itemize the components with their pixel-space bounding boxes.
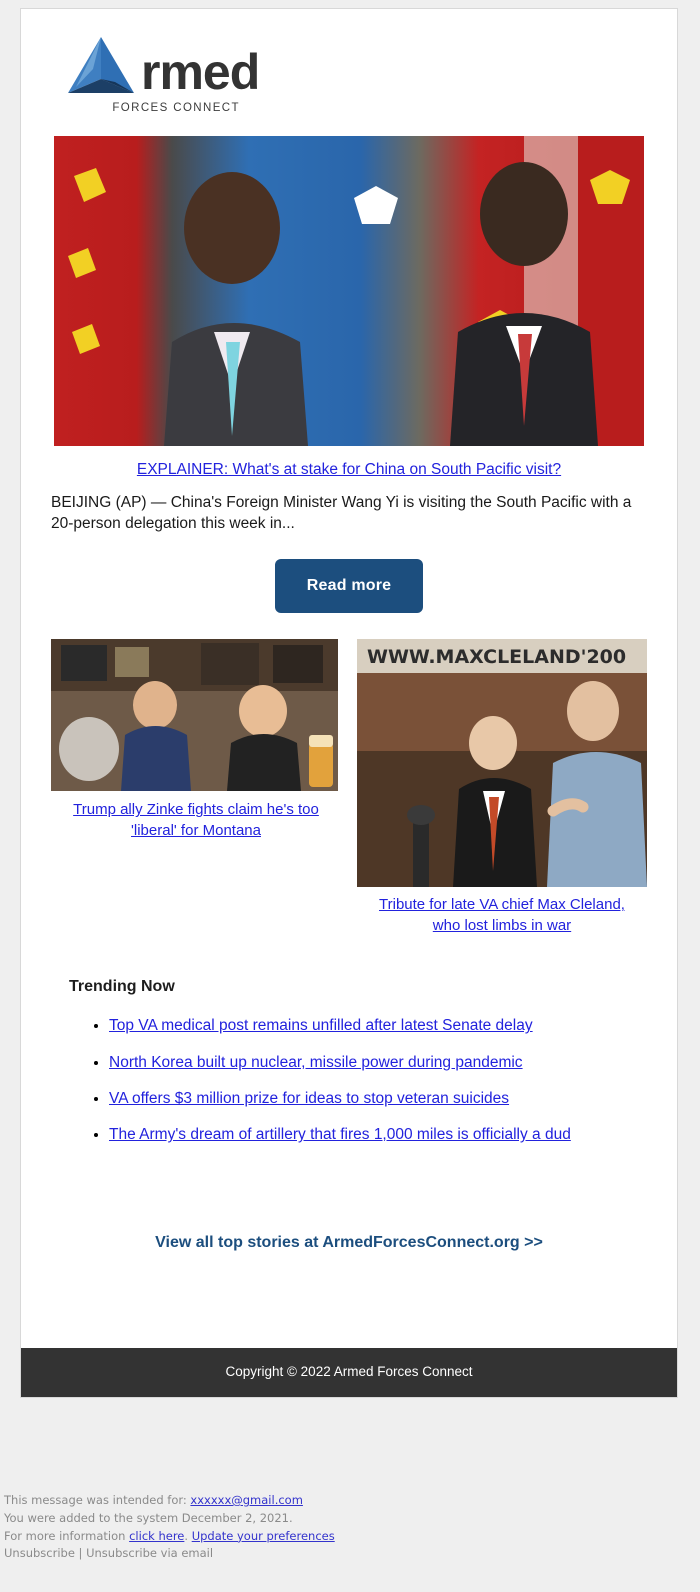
story-caption-cleland: Tribute for late VA chief Max Cleland, w…: [357, 887, 647, 936]
copyright-bar: Copyright © 2022 Armed Forces Connect: [21, 1347, 677, 1397]
hero-summary: BEIJING (AP) — China's Foreign Minister …: [51, 494, 632, 533]
read-more-button[interactable]: Read more: [274, 559, 424, 614]
list-item: VA offers $3 million prize for ideas to …: [109, 1089, 647, 1108]
secondary-stories: Trump ally Zinke fights claim he's too '…: [21, 639, 677, 936]
email-body: rmed FORCES CONNECT EXPLAINER: What's at…: [20, 8, 678, 1398]
list-item: The Army's dream of artillery that fires…: [109, 1125, 647, 1144]
masthead: rmed FORCES CONNECT: [21, 9, 677, 136]
logo-tagline: FORCES CONNECT: [112, 102, 240, 114]
trending-link-1[interactable]: Top VA medical post remains unfilled aft…: [109, 1017, 533, 1034]
legal-intended-for-label: This message was intended for:: [4, 1493, 191, 1507]
legal-separator: |: [74, 1546, 87, 1561]
story-link-cleland-line2[interactable]: who lost limbs in war: [433, 917, 571, 934]
legal-line-unsubscribe: Unsubscribe | Unsubscribe via email: [4, 1545, 335, 1563]
view-all-row: View all top stories at ArmedForcesConne…: [21, 1162, 677, 1252]
trending-link-4[interactable]: The Army's dream of artillery that fires…: [109, 1126, 571, 1143]
legal-line-added: You were added to the system December 2,…: [4, 1510, 293, 1525]
story-image-cleland[interactable]: WWW.MAXCLELAND'200: [357, 639, 647, 888]
triangle-a-logo-icon: [68, 37, 134, 93]
view-all-stories-link[interactable]: View all top stories at ArmedForcesConne…: [155, 1234, 543, 1251]
hero-headline-row: EXPLAINER: What's at stake for China on …: [51, 446, 647, 479]
legal-period: .: [184, 1528, 192, 1543]
list-item: Top VA medical post remains unfilled aft…: [109, 1016, 647, 1035]
hero-headline-link[interactable]: EXPLAINER: What's at stake for China on …: [137, 461, 561, 478]
trending-title: Trending Now: [69, 978, 175, 996]
story-link-cleland-line1[interactable]: Tribute for late VA chief Max Cleland,: [379, 896, 625, 913]
story-caption-zinke: Trump ally Zinke fights claim he's too '…: [51, 791, 341, 841]
recipient-email-link[interactable]: xxxxxx@gmail.com: [190, 1493, 303, 1507]
hero-image[interactable]: [54, 136, 644, 446]
legal-line-info: For more information click here. Update …: [4, 1528, 335, 1546]
click-here-link[interactable]: click here: [129, 1529, 184, 1543]
trending-section: Trending Now Top VA medical post remains…: [21, 936, 677, 1145]
legal-line-recipient: This message was intended for: xxxxxx@gm…: [4, 1492, 335, 1510]
hero-section: EXPLAINER: What's at stake for China on …: [21, 136, 677, 479]
list-item: North Korea built up nuclear, missile po…: [109, 1053, 647, 1072]
trending-link-3[interactable]: VA offers $3 million prize for ideas to …: [109, 1090, 509, 1107]
card-bottom-spacer: [21, 1252, 677, 1348]
story-image-zinke[interactable]: [51, 639, 338, 792]
trending-link-2[interactable]: North Korea built up nuclear, missile po…: [109, 1054, 523, 1071]
trending-list: Top VA medical post remains unfilled aft…: [51, 1016, 647, 1145]
unsubscribe-label[interactable]: Unsubscribe: [4, 1546, 75, 1560]
story-link-zinke-line2[interactable]: 'liberal' for Montana: [131, 822, 261, 839]
logo-wordmark: rmed: [141, 44, 260, 100]
unsubscribe-via-email-label[interactable]: Unsubscribe via email: [86, 1546, 213, 1560]
logo-row: rmed: [63, 35, 260, 100]
legal-more-info-label: For more information: [4, 1528, 130, 1543]
update-preferences-link[interactable]: Update your preferences: [192, 1529, 335, 1543]
story-link-zinke-line1[interactable]: Trump ally Zinke fights claim he's too: [73, 801, 319, 818]
secondary-story-right: WWW.MAXCLELAND'200 Tribute for late VA c…: [349, 639, 647, 936]
svg-text:WWW.MAXCLELAND'200: WWW.MAXCLELAND'200: [367, 646, 626, 668]
brand-logo[interactable]: rmed FORCES CONNECT: [63, 35, 260, 114]
legal-footer: This message was intended for: xxxxxx@gm…: [4, 1492, 335, 1563]
read-more-row: Read more: [21, 535, 677, 639]
secondary-story-left: Trump ally Zinke fights claim he's too '…: [51, 639, 349, 841]
